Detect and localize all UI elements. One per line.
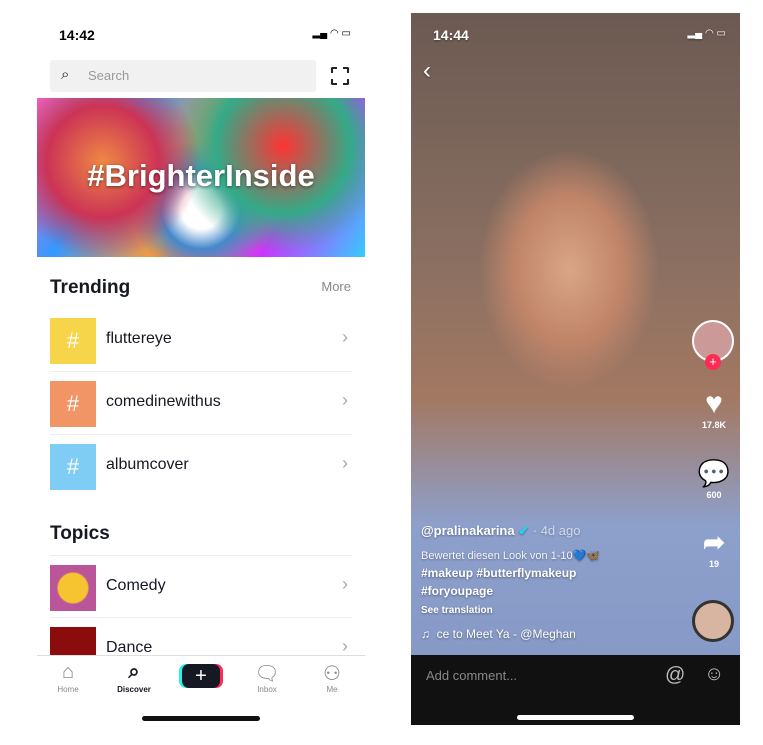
search-placeholder: Search [88,68,130,83]
hashtag-foryoupage[interactable]: #foryoupage [421,584,493,598]
tab-label: Discover [117,685,151,694]
chevron-right-icon: › [342,636,348,655]
home-indicator [142,716,260,721]
see-translation[interactable]: See translation [421,605,493,616]
home-icon: ⌂ [61,661,75,683]
trending-title: Trending [50,277,131,298]
status-time: 14:44 [433,27,469,43]
search-input[interactable]: ⌕ Search [50,60,316,92]
share-icon: ➦ [703,527,725,557]
time-ago: · 4d ago [532,523,581,538]
status-icons: ▂▄ ◠ ▭ [687,28,726,39]
comment-count: 600 [706,490,722,500]
banner-text: #BrighterInside [87,158,315,193]
heart-icon: ♥ [705,387,723,420]
divider [37,655,365,656]
trending-label: comedinewithus [106,393,221,410]
topic-thumbnail [50,627,96,655]
create-button[interactable]: + [182,664,220,688]
topics-title: Topics [50,523,110,544]
music-disc[interactable] [692,600,734,642]
trending-label: albumcover [106,456,189,473]
topic-label: Comedy [106,577,166,594]
comment-icon: 💬 [697,458,731,488]
trending-item[interactable]: # albumcover › [50,435,352,498]
chevron-right-icon: › [342,327,348,347]
chevron-right-icon: › [342,390,348,410]
comment-input[interactable]: Add comment... [426,668,517,683]
username-text: @pralinakarina [421,523,515,538]
back-icon[interactable]: ‹ [423,57,431,85]
home-indicator [517,715,634,720]
music-note-icon: ♫ [421,627,430,641]
banner[interactable]: #BrighterInside [37,98,365,257]
username[interactable]: @pralinakarina ✔ · 4d ago [421,523,580,539]
trending-label: fluttereye [106,330,172,347]
like-button[interactable]: ♥ 17.8K [694,387,734,431]
mention-icon[interactable]: @ [665,664,685,687]
status-icons: ▂▄ ◠ ▭ [312,28,351,39]
tab-label: Inbox [257,685,277,694]
hashtag-icon: # [50,444,96,490]
trending-item[interactable]: # fluttereye › [50,309,352,372]
topic-item[interactable]: Dance › [50,618,352,655]
inbox-icon: 🗨 [254,663,280,685]
more-link[interactable]: More [321,279,351,294]
chevron-right-icon: › [342,574,348,594]
tab-discover[interactable]: ⌕ Discover [104,661,164,694]
verified-icon: ✔ [518,523,530,538]
topic-clip: Dance › [37,618,365,655]
topic-item[interactable]: Comedy › [50,555,352,618]
hashtag-icon: # [50,381,96,427]
music-title: ce to Meet Ya - @Meghan [436,627,576,641]
topic-thumbnail [50,565,96,611]
share-button[interactable]: ➦ 19 [694,525,734,569]
tab-label: Home [57,685,79,694]
tab-label: Me [326,685,338,694]
hashtag-icon: # [50,318,96,364]
video-screen: 14:44 ▂▄ ◠ ▭ ‹ + ♥ 17.8K 💬 600 ➦ 19 @pralin… [411,13,740,725]
tab-inbox[interactable]: 🗨 Inbox [237,661,297,694]
discover-screen: 14:42 ▂▄ ◠ ▭ ⌕ Search #BrighterInside Tr… [37,13,365,725]
share-count: 19 [708,559,719,569]
trending-item[interactable]: # comedinewithus › [50,372,352,435]
search-icon: ⌕ [128,661,140,683]
topic-label: Dance [106,639,153,655]
comment-button[interactable]: 💬 600 [694,456,734,500]
person-icon: ⚇ [323,663,341,685]
chevron-right-icon: › [342,453,348,473]
scan-icon[interactable] [331,67,349,85]
emoji-icon[interactable]: ☺ [704,663,724,686]
tab-me[interactable]: ⚇ Me [302,661,362,694]
search-icon: ⌕ [61,66,70,83]
music-info[interactable]: ♫ ce to Meet Ya - @Meghan [421,627,576,641]
caption: Bewertet diesen Look von 1-10💙🦋 [421,550,601,562]
tab-home[interactable]: ⌂ Home [38,661,98,694]
like-count: 17.8K [701,420,727,430]
status-time: 14:42 [59,27,95,43]
follow-plus-icon[interactable]: + [705,354,721,370]
hashtags[interactable]: #makeup #butterflymakeup [421,566,576,580]
